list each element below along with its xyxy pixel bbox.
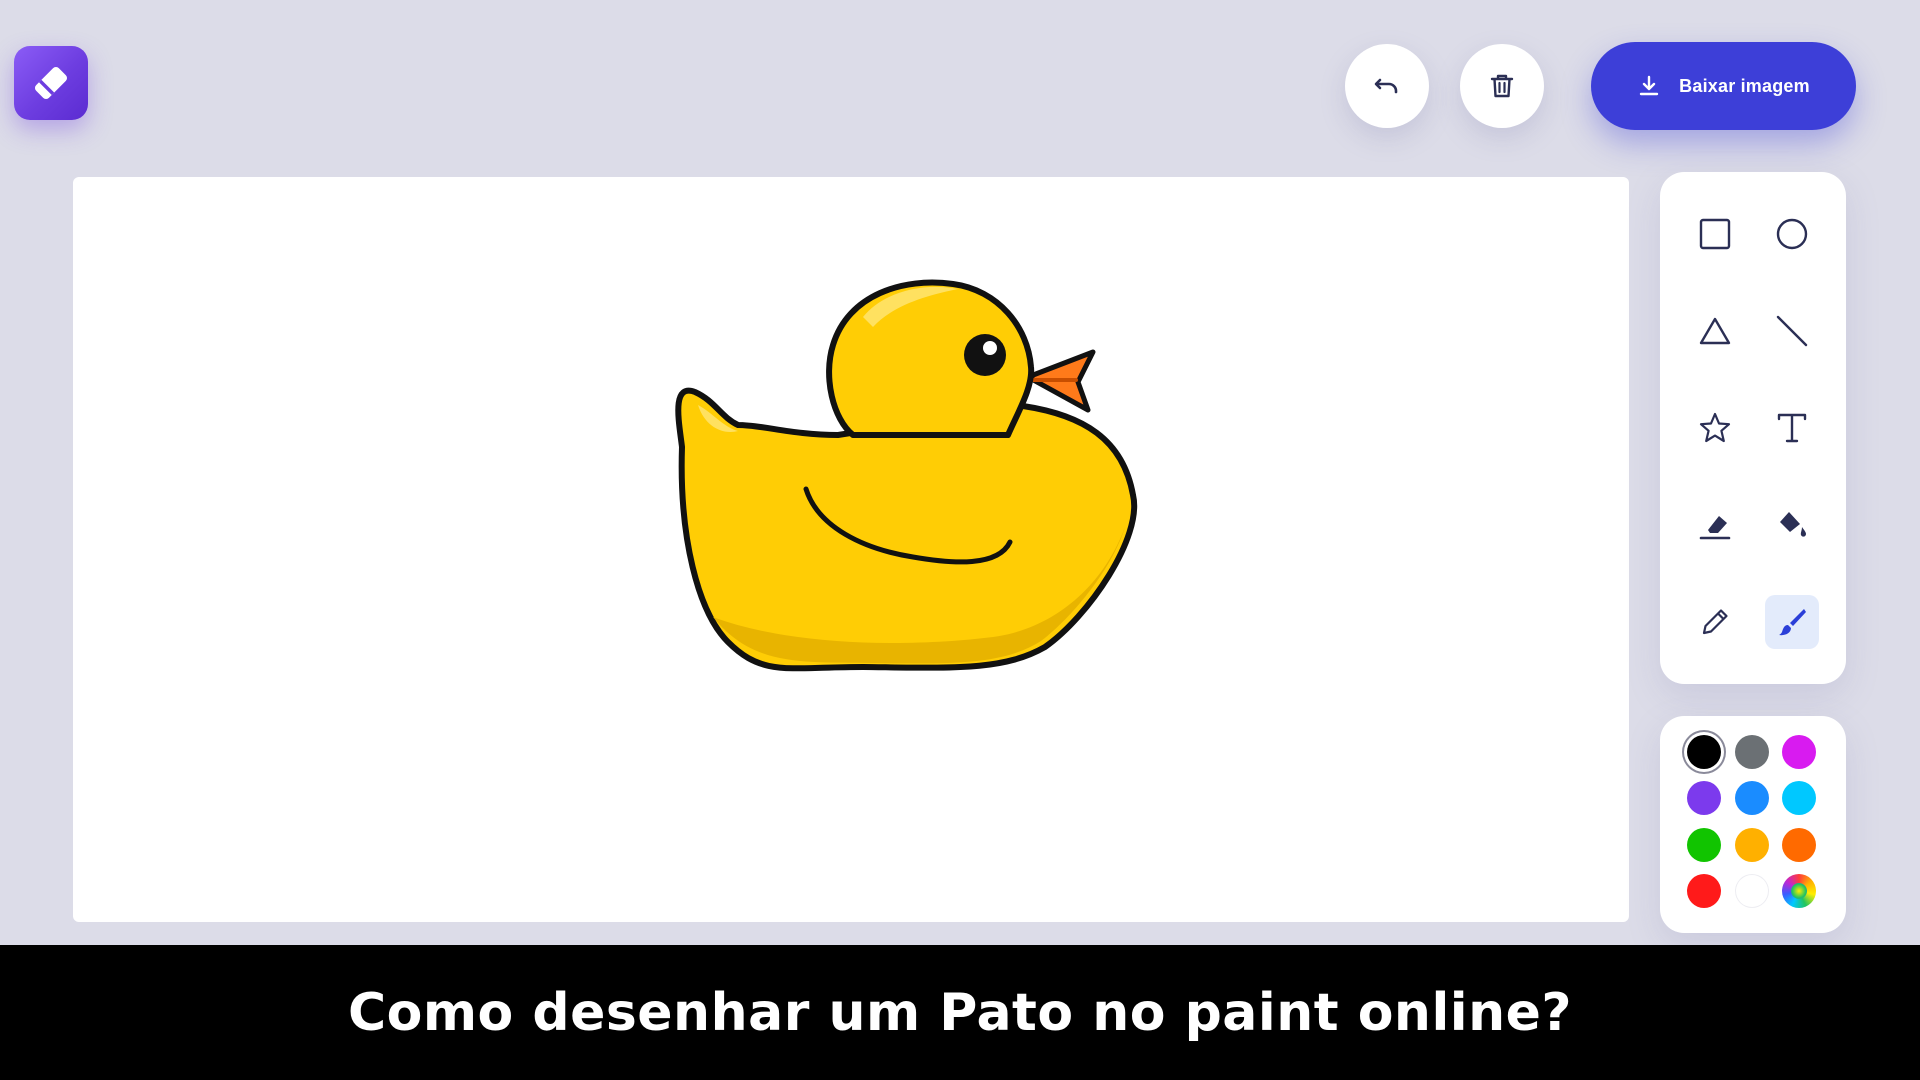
- star-icon: [1699, 412, 1731, 443]
- color-swatch-orange[interactable]: [1782, 828, 1816, 862]
- color-swatch-cyan[interactable]: [1782, 781, 1816, 815]
- tool-star[interactable]: [1688, 401, 1742, 455]
- download-button-label: Baixar imagem: [1679, 75, 1810, 96]
- trash-icon: [1490, 74, 1514, 98]
- tool-line[interactable]: [1765, 304, 1819, 358]
- caption-text: Como desenhar um Pato no paint online?: [347, 982, 1573, 1043]
- color-swatch-white[interactable]: [1735, 874, 1769, 908]
- clear-canvas-button[interactable]: [1460, 44, 1544, 128]
- app-logo[interactable]: [14, 46, 88, 120]
- drawing-canvas[interactable]: [73, 177, 1629, 922]
- color-swatch-gray[interactable]: [1735, 735, 1769, 769]
- color-swatch-yellow[interactable]: [1735, 828, 1769, 862]
- duck-drawing: [675, 279, 1138, 672]
- color-swatch-black[interactable]: [1687, 735, 1721, 769]
- download-icon: [1639, 75, 1659, 96]
- download-image-button[interactable]: Baixar imagem: [1591, 42, 1856, 130]
- pencil-eraser-logo-icon: [34, 66, 68, 100]
- tool-rectangle[interactable]: [1688, 207, 1742, 261]
- color-swatch-red[interactable]: [1687, 874, 1721, 908]
- eraser-icon: [1699, 516, 1731, 540]
- tool-circle[interactable]: [1765, 207, 1819, 261]
- text-icon: [1777, 413, 1807, 443]
- caption-bar: Como desenhar um Pato no paint online?: [0, 945, 1920, 1080]
- line-icon: [1776, 315, 1808, 347]
- custom-color-picker[interactable]: [1782, 874, 1816, 908]
- color-swatch-blue[interactable]: [1735, 781, 1769, 815]
- brush-icon: [1779, 609, 1806, 636]
- color-swatch-green[interactable]: [1687, 828, 1721, 862]
- triangle-icon: [1699, 317, 1731, 345]
- tool-triangle[interactable]: [1688, 304, 1742, 358]
- tools-panel: [1660, 172, 1846, 684]
- undo-icon: [1374, 78, 1398, 94]
- paint-bucket-icon: [1780, 512, 1806, 537]
- tool-brush[interactable]: [1765, 595, 1819, 649]
- tool-text[interactable]: [1765, 401, 1819, 455]
- pencil-icon: [1702, 609, 1728, 635]
- undo-button[interactable]: [1345, 44, 1429, 128]
- square-icon: [1699, 218, 1731, 250]
- tool-fill[interactable]: [1765, 498, 1819, 552]
- color-palette: [1660, 716, 1846, 933]
- tool-eraser[interactable]: [1688, 498, 1742, 552]
- circle-icon: [1776, 218, 1808, 250]
- color-swatch-magenta[interactable]: [1782, 735, 1816, 769]
- tool-pencil[interactable]: [1688, 595, 1742, 649]
- color-swatch-purple[interactable]: [1687, 781, 1721, 815]
